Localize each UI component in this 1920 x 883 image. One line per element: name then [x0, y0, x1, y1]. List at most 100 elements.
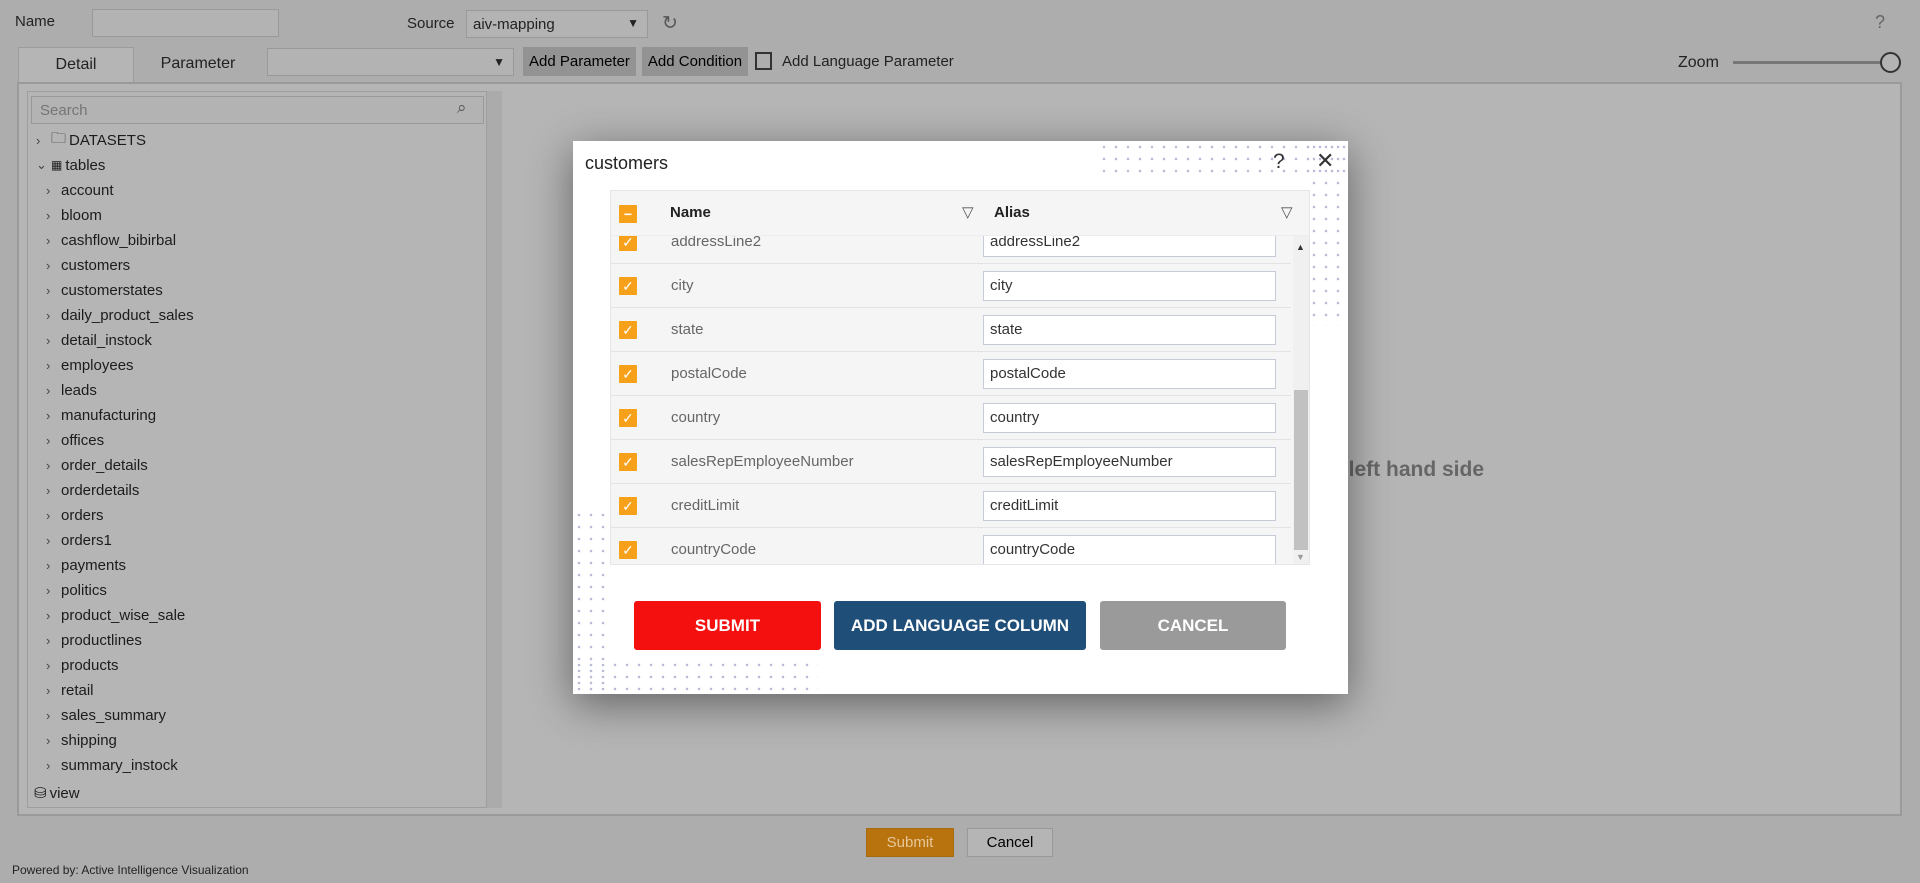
tree-node-leads[interactable]: › leads — [46, 380, 97, 400]
tree-node-bloom[interactable]: › bloom — [46, 205, 102, 225]
tree-node-products[interactable]: › products — [46, 655, 119, 675]
tree-label: manufacturing — [61, 406, 157, 424]
tree-node-cashflow_bibirbal[interactable]: › cashflow_bibirbal — [46, 230, 176, 250]
grid-header: − Name ▽ Alias ▽ — [611, 191, 1309, 236]
tree-node-detail_instock[interactable]: › detail_instock — [46, 330, 152, 350]
scroll-up-icon[interactable]: ▲ — [1296, 242, 1305, 252]
tree-node-tables[interactable]: ⌄ ▦ tables — [36, 155, 105, 175]
cancel-button[interactable]: Cancel — [967, 828, 1053, 857]
chevron-right-icon: › — [46, 657, 51, 673]
chevron-down-icon: ▼ — [627, 16, 639, 30]
tree-node-daily_product_sales[interactable]: › daily_product_sales — [46, 305, 194, 325]
scrollbar-thumb[interactable] — [1294, 390, 1308, 550]
source-select[interactable]: aiv-mapping ▼ — [466, 10, 648, 38]
tree-node-customerstates[interactable]: › customerstates — [46, 280, 163, 300]
tree-node-employees[interactable]: › employees — [46, 355, 134, 375]
chevron-right-icon: › — [46, 757, 51, 773]
row-checkbox[interactable]: ✓ — [619, 276, 637, 295]
zoom-slider-track[interactable] — [1733, 61, 1888, 64]
chevron-right-icon: › — [46, 307, 51, 323]
filter-icon[interactable]: ▽ — [962, 203, 974, 221]
chevron-right-icon: › — [46, 707, 51, 723]
grid-row: ✓ city — [611, 264, 1291, 308]
chevron-right-icon: › — [46, 682, 51, 698]
row-checkbox[interactable]: ✓ — [619, 408, 637, 427]
row-checkbox[interactable]: ✓ — [619, 540, 637, 559]
tree-label: tables — [65, 156, 106, 174]
chevron-right-icon: › — [46, 432, 51, 448]
tree-label: payments — [61, 556, 127, 574]
close-icon[interactable]: ✕ — [1316, 148, 1334, 174]
alias-input[interactable] — [983, 358, 1276, 389]
add-condition-button[interactable]: Add Condition — [642, 47, 748, 76]
dialog-title: customers — [585, 153, 669, 173]
chevron-right-icon: › — [46, 482, 51, 498]
scroll-down-icon[interactable]: ▼ — [1296, 552, 1305, 562]
tree-node-manufacturing[interactable]: › manufacturing — [46, 405, 156, 425]
grid-row: ✓ creditLimit — [611, 484, 1291, 528]
help-icon[interactable]: ? — [1875, 12, 1885, 33]
tree-node-summary_instock[interactable]: › summary_instock — [46, 755, 178, 775]
alias-input[interactable] — [983, 490, 1276, 521]
tree-node-orders[interactable]: › orders — [46, 505, 104, 525]
tree-label: DATASETS — [69, 131, 146, 149]
dialog-submit-button[interactable]: SUBMIT — [634, 601, 821, 650]
tree-label: customerstates — [61, 281, 163, 299]
parameter-select[interactable]: ▼ — [267, 48, 514, 76]
tree-node-datasets[interactable]: › 🗀 DATASETS — [36, 130, 146, 150]
dialog-cancel-button[interactable]: CANCEL — [1100, 601, 1286, 650]
tree-label: detail_instock — [61, 331, 152, 349]
add-parameter-button[interactable]: Add Parameter — [523, 47, 636, 76]
alias-input[interactable] — [983, 534, 1276, 564]
tree-node-account[interactable]: › account — [46, 180, 114, 200]
tree-label: employees — [61, 356, 134, 374]
tree-node-view[interactable]: ⛁ view — [34, 783, 80, 803]
tab-detail[interactable]: Detail — [18, 47, 134, 83]
grid-scrollbar[interactable]: ▲ ▼ — [1293, 236, 1309, 564]
tree-label: view — [49, 784, 80, 802]
tree-label: products — [61, 656, 119, 674]
alias-input[interactable] — [983, 402, 1276, 433]
add-language-parameter-checkbox[interactable] — [755, 52, 772, 70]
alias-input[interactable] — [983, 314, 1276, 345]
tree-node-product_wise_sale[interactable]: › product_wise_sale — [46, 605, 185, 625]
tree-node-orders1[interactable]: › orders1 — [46, 530, 112, 550]
tree-node-retail[interactable]: › retail — [46, 680, 94, 700]
submit-button[interactable]: Submit — [866, 828, 954, 857]
row-checkbox[interactable]: ✓ — [619, 452, 637, 471]
grid-row: ✓ country — [611, 396, 1291, 440]
row-checkbox[interactable]: ✓ — [619, 320, 637, 339]
splitter-handle[interactable] — [487, 91, 502, 808]
dialog-help-icon[interactable]: ? — [1273, 150, 1285, 174]
tree-node-offices[interactable]: › offices — [46, 430, 104, 450]
tree-node-payments[interactable]: › payments — [46, 555, 126, 575]
zoom-label: Zoom — [1678, 54, 1719, 71]
tree-node-order_details[interactable]: › order_details — [46, 455, 148, 475]
refresh-icon[interactable]: ↻ — [662, 12, 678, 35]
tree-node-productlines[interactable]: › productlines — [46, 630, 142, 650]
alias-input[interactable] — [983, 270, 1276, 301]
alias-input[interactable] — [983, 446, 1276, 477]
chevron-right-icon: › — [46, 632, 51, 648]
chevron-right-icon: › — [46, 607, 51, 623]
tree-label: bloom — [61, 206, 102, 224]
tree-label: orders — [61, 506, 104, 524]
column-name: city — [671, 277, 694, 294]
tree-node-orderdetails[interactable]: › orderdetails — [46, 480, 139, 500]
tab-parameter[interactable]: Parameter — [140, 47, 256, 81]
tree-node-politics[interactable]: › politics — [46, 580, 107, 600]
row-checkbox[interactable]: ✓ — [619, 364, 637, 383]
select-all-checkbox[interactable]: − — [619, 205, 637, 223]
tree-node-sales_summary[interactable]: › sales_summary — [46, 705, 166, 725]
name-input[interactable] — [92, 9, 279, 37]
search-icon[interactable]: ⌕ — [457, 98, 467, 118]
tree-node-customers[interactable]: › customers — [46, 255, 130, 275]
tree-search-input[interactable] — [31, 96, 484, 124]
filter-icon[interactable]: ▽ — [1281, 203, 1293, 221]
chevron-right-icon: › — [46, 382, 51, 398]
zoom-slider-handle[interactable] — [1880, 52, 1901, 73]
tree-node-shipping[interactable]: › shipping — [46, 730, 117, 750]
row-checkbox[interactable]: ✓ — [619, 496, 637, 515]
tree-label: productlines — [61, 631, 142, 649]
add-language-column-button[interactable]: ADD LANGUAGE COLUMN — [834, 601, 1086, 650]
